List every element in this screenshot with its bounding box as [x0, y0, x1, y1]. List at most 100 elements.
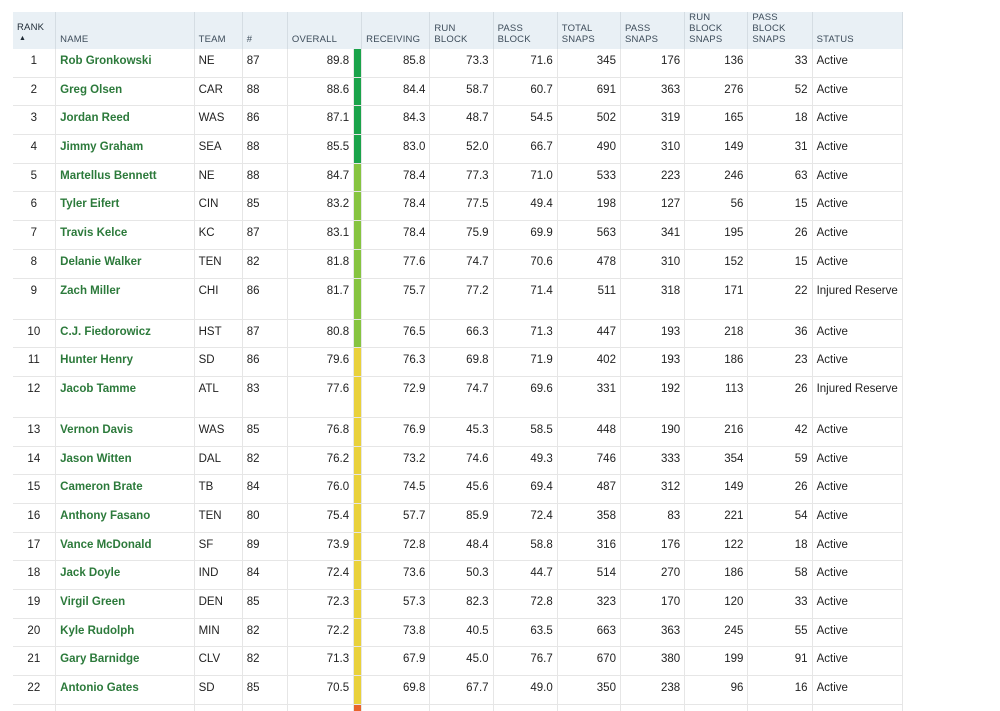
column-header-receiving[interactable]: RECEIVING [361, 12, 431, 49]
column-header-rank[interactable]: RANK ▲ [11, 12, 57, 49]
column-header-team[interactable]: TEAM [193, 12, 243, 49]
table-row[interactable]: 3 Jordan Reed WAS 86 87.1 84.3 48.7 54.5 502 319 1… [12, 105, 904, 136]
pass-snaps-cell: 170 [620, 589, 686, 619]
column-header-name[interactable]: NAME [55, 12, 195, 49]
player-name-link[interactable]: Hunter Henry [55, 347, 195, 377]
jersey-number-cell: 82 [242, 618, 288, 648]
grade-color-bar [353, 503, 363, 533]
table-row[interactable]: 20 Kyle Rudolph MIN 82 72.2 73.8 40.5 63.5 663 36… [12, 618, 904, 648]
player-name-link[interactable]: Martellus Bennett [55, 163, 195, 193]
jersey-number-cell: 89 [242, 532, 288, 562]
table-row[interactable]: 7 Travis Kelce KC 87 83.1 78.4 75.9 69.9 563 341 1… [12, 220, 904, 250]
overall-grade-cell: 81.7 [287, 278, 355, 320]
table-row[interactable]: 13 Vernon Davis WAS 85 76.8 76.9 45.3 58.5 448 19… [12, 417, 904, 447]
table-row[interactable]: 17 Vance McDonald SF 89 73.9 72.8 48.4 58.8 316 1… [12, 532, 904, 562]
player-name-link[interactable]: Jack Doyle [55, 560, 195, 590]
player-name-link[interactable]: Zach Miller [55, 278, 195, 320]
table-row[interactable]: 4 Jimmy Graham SEA 88 85.5 83.0 52.0 66.7 490 310… [12, 134, 904, 164]
status-cell: Active [812, 105, 904, 136]
total-snaps-cell: 511 [557, 278, 621, 320]
player-name-link[interactable]: Jacob Tamme [55, 376, 195, 418]
header-row: RANK ▲ NAME TEAM # OVERALL RECEIVING RUN … [11, 12, 904, 49]
column-header-pass-snaps[interactable]: PASS SNAPS [619, 12, 686, 49]
column-header-pass-block-snaps[interactable]: PASS BLOCK SNAPS [747, 12, 813, 49]
total-snaps-cell: 514 [557, 560, 621, 590]
table-row[interactable]: 15 Cameron Brate TB 84 76.0 74.5 45.6 69.4 487 31… [12, 474, 904, 504]
player-name-link[interactable]: Jimmy Graham [55, 134, 195, 164]
empty-cell [493, 704, 558, 711]
table-row[interactable]: 6 Tyler Eifert CIN 85 83.2 78.4 77.5 49.4 198 127… [12, 191, 904, 222]
column-header-status[interactable]: STATUS [811, 12, 904, 49]
player-name-link[interactable]: Virgil Green [55, 589, 195, 619]
player-name-link[interactable]: Jason Witten [55, 446, 195, 476]
table-row[interactable]: 18 Jack Doyle IND 84 72.4 73.6 50.3 44.7 514 270 1… [12, 560, 904, 590]
pass-block-grade-cell: 58.5 [493, 417, 558, 447]
total-snaps-cell: 691 [557, 77, 621, 107]
run-block-grade-cell: 85.9 [429, 503, 494, 533]
grade-color-bar [353, 134, 363, 164]
receiving-grade-cell: 85.8 [361, 49, 431, 78]
table-row[interactable]: 22 Antonio Gates SD 85 70.5 69.8 67.7 49.0 350 23… [12, 675, 904, 705]
rank-cell: 13 [12, 417, 57, 447]
table-row[interactable]: 8 Delanie Walker TEN 82 81.8 77.6 74.7 70.6 478 3… [12, 249, 904, 279]
column-header-number[interactable]: # [241, 12, 288, 49]
table-row[interactable]: 16 Anthony Fasano TEN 80 75.4 57.7 85.9 72.4 358… [12, 503, 904, 533]
column-header-run-block[interactable]: RUN BLOCK [429, 12, 494, 49]
column-header-overall[interactable]: OVERALL [286, 12, 363, 49]
player-name-link[interactable]: Cameron Brate [55, 474, 195, 504]
player-name-link[interactable]: Greg Olsen [55, 77, 195, 107]
table-row[interactable]: 10 C.J. Fiedorowicz HST 87 80.8 76.5 66.3 71.3 4… [12, 319, 904, 349]
table-row[interactable]: 9 Zach Miller CHI 86 81.7 75.7 77.2 71.4 511 318 1… [12, 278, 904, 320]
player-name-link[interactable]: Vance McDonald [55, 532, 195, 562]
player-name-link[interactable]: Kyle Rudolph [55, 618, 195, 648]
pass-block-snaps-cell: 91 [747, 646, 813, 677]
team-cell: TEN [194, 503, 243, 533]
receiving-grade-cell: 73.8 [361, 618, 431, 648]
player-name-link[interactable]: C.J. Fiedorowicz [55, 319, 195, 349]
status-cell: Active [812, 347, 904, 377]
player-name-link[interactable]: Vernon Davis [55, 417, 195, 447]
grade-color-bar [353, 446, 363, 476]
run-block-grade-cell: 75.9 [429, 220, 494, 250]
total-snaps-cell: 350 [557, 675, 621, 705]
column-header-total-snaps[interactable]: TOTAL SNAPS [556, 12, 621, 49]
player-name-link[interactable]: Gary Barnidge [55, 646, 195, 677]
run-block-grade-cell: 74.7 [429, 249, 494, 279]
table-row[interactable]: 19 Virgil Green DEN 85 72.3 57.3 82.3 72.8 323 17… [12, 589, 904, 619]
player-name-link[interactable]: Tyler Eifert [55, 191, 195, 222]
player-name-link[interactable]: Antonio Gates [55, 675, 195, 705]
grade-color-fill [354, 348, 362, 376]
status-cell: Active [812, 618, 904, 648]
run-block-grade-cell: 82.3 [429, 589, 494, 619]
pass-block-snaps-cell: 31 [747, 134, 813, 164]
column-header-run-block-snaps[interactable]: RUN BLOCK SNAPS [684, 12, 749, 49]
team-cell: WAS [194, 105, 243, 136]
table-row[interactable]: 5 Martellus Bennett NE 88 84.7 78.4 77.3 71.0 53… [12, 163, 904, 193]
table-row[interactable]: 2 Greg Olsen CAR 88 88.6 84.4 58.7 60.7 691 363 27… [12, 77, 904, 107]
table-row[interactable]: 14 Jason Witten DAL 82 76.2 73.2 74.6 49.3 746 33… [12, 446, 904, 476]
grade-color-fill [354, 417, 362, 446]
overall-grade-cell: 72.3 [287, 589, 355, 619]
receiving-grade-cell: 84.3 [361, 105, 431, 136]
table-row[interactable]: 11 Hunter Henry SD 86 79.6 76.3 69.8 71.9 402 193… [12, 347, 904, 377]
player-name-link[interactable]: Jordan Reed [55, 105, 195, 136]
rank-cell: 7 [12, 220, 57, 250]
player-name-link[interactable]: Travis Kelce [55, 220, 195, 250]
grade-color-bar [353, 220, 363, 250]
team-cell: DEN [194, 589, 243, 619]
table-row[interactable]: 1 Rob Gronkowski NE 87 89.8 85.8 73.3 71.6 345 17… [12, 49, 904, 78]
pass-block-snaps-cell: 42 [747, 417, 813, 447]
jersey-number-cell: 88 [242, 134, 288, 164]
player-name-link[interactable]: Rob Gronkowski [55, 49, 195, 78]
player-name-link[interactable]: Delanie Walker [55, 249, 195, 279]
table-row[interactable]: 21 Gary Barnidge CLV 82 71.3 67.9 45.0 76.7 670 3… [12, 646, 904, 677]
rank-cell: 5 [12, 163, 57, 193]
pass-block-snaps-cell: 22 [747, 278, 813, 320]
table-row[interactable]: 12 Jacob Tamme ATL 83 77.6 72.9 74.7 69.6 331 192… [12, 376, 904, 418]
player-name-link[interactable]: Anthony Fasano [55, 503, 195, 533]
run-block-grade-cell: 48.4 [429, 532, 494, 562]
team-cell: CAR [194, 77, 243, 107]
status-cell: Active [812, 163, 904, 193]
column-header-pass-block[interactable]: PASS BLOCK [492, 12, 558, 49]
pass-snaps-cell: 190 [620, 417, 686, 447]
